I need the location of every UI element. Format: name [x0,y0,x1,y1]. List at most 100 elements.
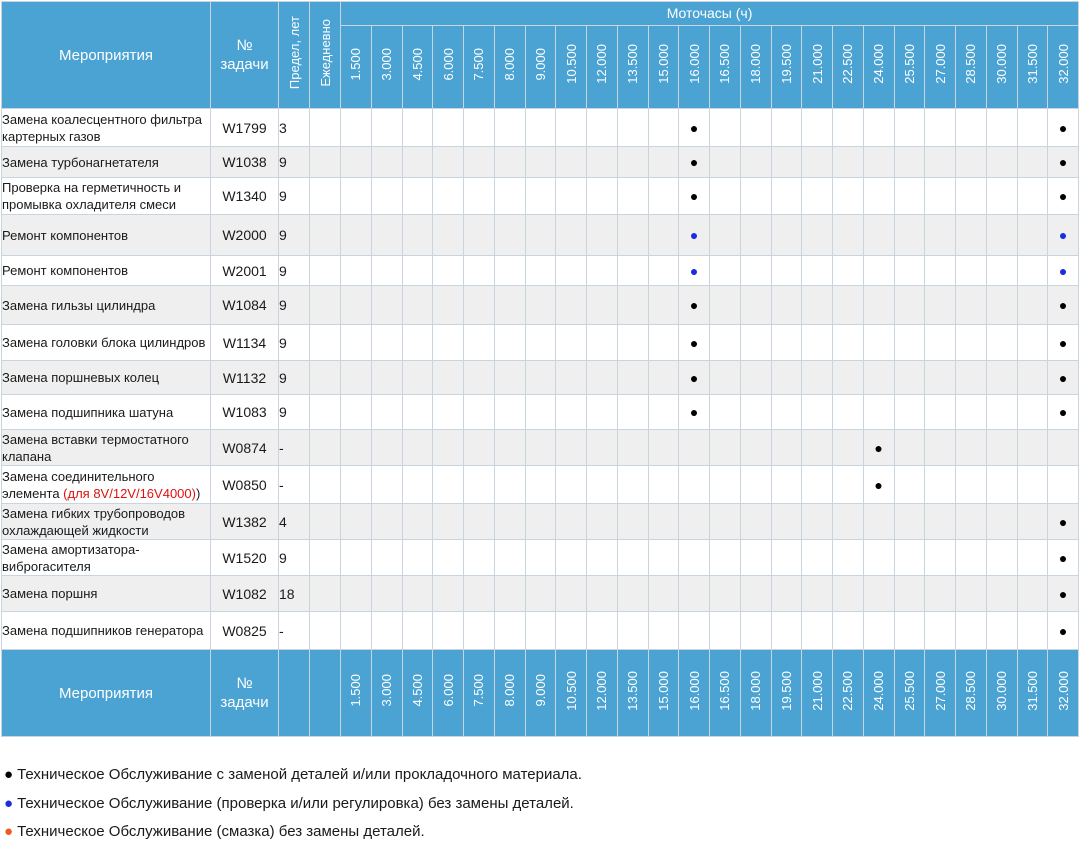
task-number-cell: W0874 [210,429,279,466]
interval-cell [709,539,741,576]
interval-cell [586,285,618,325]
limit-years-cell: 9 [278,539,310,576]
interval-cell [955,146,987,178]
interval-cell [463,285,495,325]
interval-cell [647,611,680,650]
hours-footer-cell: 13.500 [616,649,649,737]
interval-cell [493,429,526,466]
interval-cell [340,465,372,504]
hours-header-cell: 3.000 [370,24,403,110]
interval-cell [985,429,1018,466]
interval-cell [524,177,557,215]
interval-cell [955,539,987,576]
interval-cell [1016,214,1049,256]
interval-cell [463,360,495,395]
activity-cell: Ремонт компонентов [1,255,211,286]
interval-cell [524,360,557,395]
interval-cell [770,611,803,650]
interval-cell [770,539,803,576]
hours-footer-cell-label: 28.500 [963,670,979,711]
interval-cell [924,108,956,147]
interval-cell: ● [678,324,710,361]
task-number-cell: W1084 [210,285,279,325]
interval-cell [955,394,987,430]
interval-cell [493,394,526,430]
activity-cell: Замена турбонагнетателя [1,146,211,178]
interval-cell [370,108,403,147]
interval-cell [401,394,434,430]
interval-cell [370,465,403,504]
interval-cell [524,394,557,430]
activity-cell: Ремонт компонентов [1,214,211,256]
interval-cell [862,177,895,215]
interval-cell [832,177,864,215]
interval-cell [370,285,403,325]
black-dot-icon: ● [1058,585,1068,602]
interval-cell [924,285,956,325]
activity-text: Замена вставки термостатного клапана [2,431,189,464]
interval-cell [493,575,526,612]
interval-cell [1016,285,1049,325]
task-number-cell: W1132 [210,360,279,395]
interval-cell [647,214,680,256]
activity-text: Замена головки блока цилиндров [2,335,206,350]
activity-text: Замена поршневых колец [2,370,160,385]
interval-cell [924,429,956,466]
interval-cell [432,503,464,540]
interval-cell [586,611,618,650]
table-row: Ремонт компонентов W2001 9 ● ● [1,255,1080,286]
header-operating-hours: Моточасы (ч) [339,1,1080,26]
interval-cell [1016,465,1049,504]
hours-header-cell: 31.500 [1016,24,1049,110]
black-dot-icon: ● [1058,404,1068,420]
hours-header-cell-label: 6.000 [440,48,456,81]
header-limit-years: Предел, лет [278,1,310,109]
interval-cell [340,575,372,612]
hours-footer-cell: 21.000 [801,649,833,737]
interval-cell [586,394,618,430]
interval-cell: ● [1047,360,1080,395]
interval-cell [770,324,803,361]
interval-cell [555,324,587,361]
interval-cell [709,285,741,325]
limit-years-cell: 9 [278,177,310,215]
interval-cell [432,177,464,215]
interval-cell [893,324,926,361]
interval-cell [463,177,495,215]
interval-cell: ● [1047,177,1080,215]
daily-cell [309,214,341,256]
interval-cell [801,429,833,466]
interval-cell [616,108,649,147]
interval-cell [586,255,618,286]
hours-footer-cell: 31.500 [1016,649,1049,737]
interval-cell [862,611,895,650]
interval-cell [586,146,618,178]
interval-cell [862,214,895,256]
limit-years-cell: 9 [278,360,310,395]
interval-cell [832,503,864,540]
interval-cell [555,255,587,286]
black-dot-icon: ● [1058,188,1068,204]
hours-footer-cell-label: 8.000 [502,674,518,707]
interval-cell [862,324,895,361]
black-dot-icon: ● [874,476,883,493]
interval-cell [463,429,495,466]
limit-years-cell: - [278,465,310,504]
hours-header-cell: 9.000 [524,24,557,110]
interval-cell [340,255,372,286]
interval-cell [893,611,926,650]
activity-cell: Замена подшипника шатуна [1,394,211,430]
interval-cell [370,429,403,466]
hours-header-cell-label: 9.000 [532,48,548,81]
hours-footer-cell-label: 7.500 [471,674,487,707]
interval-cell [586,575,618,612]
interval-cell [924,575,956,612]
interval-cell [678,429,710,466]
interval-cell [524,539,557,576]
interval-cell [463,214,495,256]
interval-cell [709,360,741,395]
interval-cell [1016,429,1049,466]
interval-cell: ● [1047,611,1080,650]
interval-cell [924,539,956,576]
interval-cell [985,108,1018,147]
